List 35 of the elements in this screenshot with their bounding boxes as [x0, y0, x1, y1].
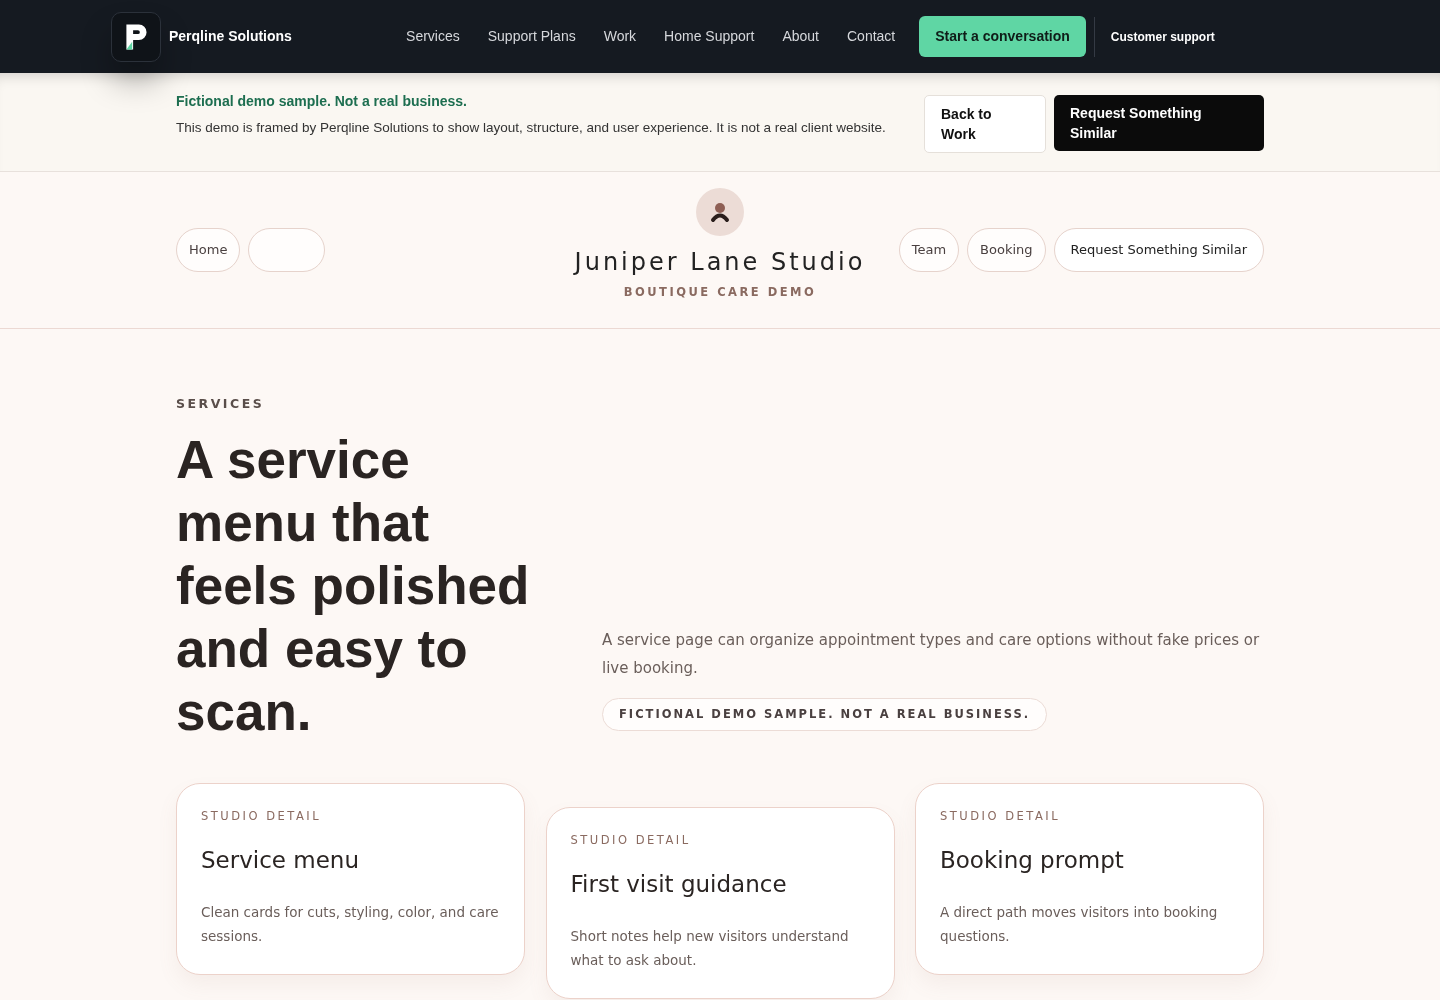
nav-link[interactable]: Home Support — [664, 26, 755, 47]
hero-text: A service page can organize appointment types and care options without fake prices or live booking. — [602, 629, 1261, 679]
card-text: Clean cards for cuts, styling, color, and care sessions. — [201, 902, 500, 946]
nav-link[interactable]: Support Plans — [487, 26, 576, 47]
notice-title: Fictional demo sample. Not a real business. — [176, 92, 468, 111]
nav-link[interactable]: Contact — [847, 26, 896, 47]
empty-pill[interactable] — [248, 228, 326, 272]
request-similar-pill[interactable]: Request Something Similar — [1053, 228, 1264, 272]
card-title: Service menu — [201, 846, 361, 875]
notice-text: This demo is framed by Perqline Solutions to show layout, structure, and user experience. It is not a real client website. — [176, 119, 887, 137]
section-eyebrow: SERVICES — [176, 395, 266, 413]
start-conversation-button[interactable]: Start a conversation — [919, 16, 1086, 57]
card-eyebrow: STUDIO DETAIL — [570, 831, 692, 849]
card-title: Booking prompt — [940, 846, 1125, 875]
card-text: A direct path moves visitors into booking questions. — [940, 902, 1219, 946]
card-title: First visit guidance — [570, 870, 788, 899]
nav-pill[interactable]: Team — [898, 228, 960, 272]
brand-name: Perqline Solutions — [169, 27, 292, 46]
nav-link[interactable]: About — [782, 26, 819, 47]
card-eyebrow: STUDIO DETAIL — [940, 807, 1062, 825]
nav-link[interactable]: Services — [406, 26, 460, 47]
studio-name: Juniper Lane Studio — [574, 247, 866, 279]
logo-icon — [111, 11, 161, 62]
back-button[interactable]: Back to Work — [924, 95, 1046, 153]
hero-heading: A service menu that feels polished and easy to scan. — [176, 428, 531, 743]
nav-link[interactable]: Work — [603, 26, 637, 47]
nav-pill[interactable]: Home — [176, 228, 241, 272]
request-similar-button[interactable]: Request Something Similar — [1054, 95, 1264, 151]
nav-pill[interactable]: Booking — [967, 228, 1046, 272]
card-text: Short notes help new visitors understand what to ask about. — [570, 926, 850, 970]
demo-badge: FICTIONAL DEMO SAMPLE. NOT A REAL BUSINESS. — [602, 697, 1048, 731]
card-eyebrow: STUDIO DETAIL — [201, 807, 323, 825]
customer-support-link[interactable]: Customer support — [1110, 27, 1215, 46]
avatar-icon — [696, 188, 744, 237]
studio-tagline: BOUTIQUE CARE DEMO — [623, 284, 817, 302]
